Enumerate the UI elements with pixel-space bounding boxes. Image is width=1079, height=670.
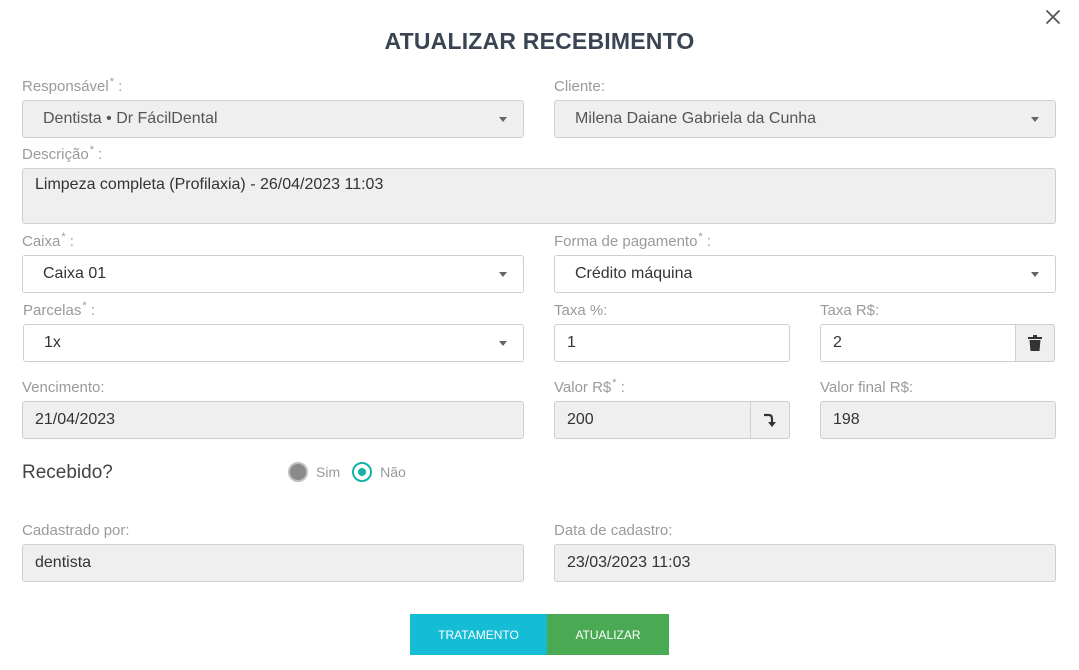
caixa-label: Caixa* : <box>22 231 74 251</box>
trash-icon <box>1028 335 1042 351</box>
valor-input[interactable]: 200 <box>554 401 790 439</box>
taxa-percent-value: 1 <box>567 334 576 351</box>
cadastrado-por-value: dentista <box>35 554 92 571</box>
chevron-down-icon <box>499 117 507 122</box>
taxa-percent-label: Taxa %: <box>554 302 608 319</box>
valor-final-input[interactable]: 198 <box>820 401 1056 439</box>
tratamento-button[interactable]: TRATAMENTO <box>410 614 547 655</box>
responsavel-label: Responsável* : <box>22 76 123 96</box>
chevron-down-icon <box>499 341 507 346</box>
chevron-down-icon <box>1031 117 1039 122</box>
radio-nao-label: Não <box>380 464 406 480</box>
valor-final-label: Valor final R$: <box>820 379 914 396</box>
data-cadastro-value: 23/03/2023 11:03 <box>567 554 691 571</box>
taxa-rs-label: Taxa R$: <box>820 302 880 319</box>
chevron-down-icon <box>1031 272 1039 277</box>
atualizar-button[interactable]: ATUALIZAR <box>547 614 669 655</box>
radio-sim-label: Sim <box>316 464 341 480</box>
radio-sim-circle[interactable] <box>288 462 308 482</box>
cadastrado-por-input[interactable]: dentista <box>22 544 524 582</box>
valor-label: Valor R$* : <box>554 377 625 397</box>
trash-button[interactable] <box>1015 324 1055 362</box>
vencimento-value: 21/04/2023 <box>35 411 116 428</box>
dialog-title: ATUALIZAR RECEBIMENTO <box>384 28 695 54</box>
descricao-textarea[interactable]: Limpeza completa (Profilaxia) - 26/04/20… <box>22 168 1056 224</box>
forma-pagamento-select[interactable]: Crédito máquina <box>554 255 1056 293</box>
caixa-select[interactable]: Caixa 01 <box>22 255 524 293</box>
parcelas-label: Parcelas* : <box>23 300 95 320</box>
close-icon[interactable] <box>1045 9 1065 29</box>
parcelas-select[interactable]: 1x <box>23 324 524 362</box>
valor-final-value: 198 <box>833 411 860 428</box>
recebido-label: Recebido? <box>22 462 113 483</box>
radio-sim[interactable]: Sim <box>288 462 340 482</box>
arrow-down-turn-icon <box>764 413 776 427</box>
cliente-value: Milena Daiane Gabriela da Cunha <box>575 110 817 127</box>
cliente-label: Cliente: <box>554 78 605 95</box>
taxa-percent-input[interactable]: 1 <box>554 324 790 362</box>
forma-pagamento-value: Crédito máquina <box>575 265 693 282</box>
data-cadastro-input[interactable]: 23/03/2023 11:03 <box>554 544 1056 582</box>
forma-pagamento-label: Forma de pagamento* : <box>554 231 712 251</box>
responsavel-value: Dentista • Dr FácilDental <box>43 110 218 127</box>
parcelas-value: 1x <box>44 334 61 351</box>
responsavel-select[interactable]: Dentista • Dr FácilDental <box>22 100 524 138</box>
data-cadastro-label: Data de cadastro: <box>554 522 673 539</box>
taxa-rs-value: 2 <box>833 334 842 351</box>
convert-button[interactable] <box>750 401 790 439</box>
taxa-rs-input[interactable]: 2 <box>820 324 1055 362</box>
valor-value: 200 <box>567 411 594 428</box>
caixa-value: Caixa 01 <box>43 265 107 282</box>
radio-nao[interactable]: Não <box>352 462 406 482</box>
cliente-select[interactable]: Milena Daiane Gabriela da Cunha <box>554 100 1056 138</box>
vencimento-input[interactable]: 21/04/2023 <box>22 401 524 439</box>
descricao-label: Descrição* : <box>22 144 103 164</box>
chevron-down-icon <box>499 272 507 277</box>
cadastrado-por-label: Cadastrado por: <box>22 522 130 539</box>
vencimento-label: Vencimento: <box>22 379 105 396</box>
recebido-radio-group: Sim Não <box>288 462 418 482</box>
radio-nao-circle[interactable] <box>352 462 373 482</box>
